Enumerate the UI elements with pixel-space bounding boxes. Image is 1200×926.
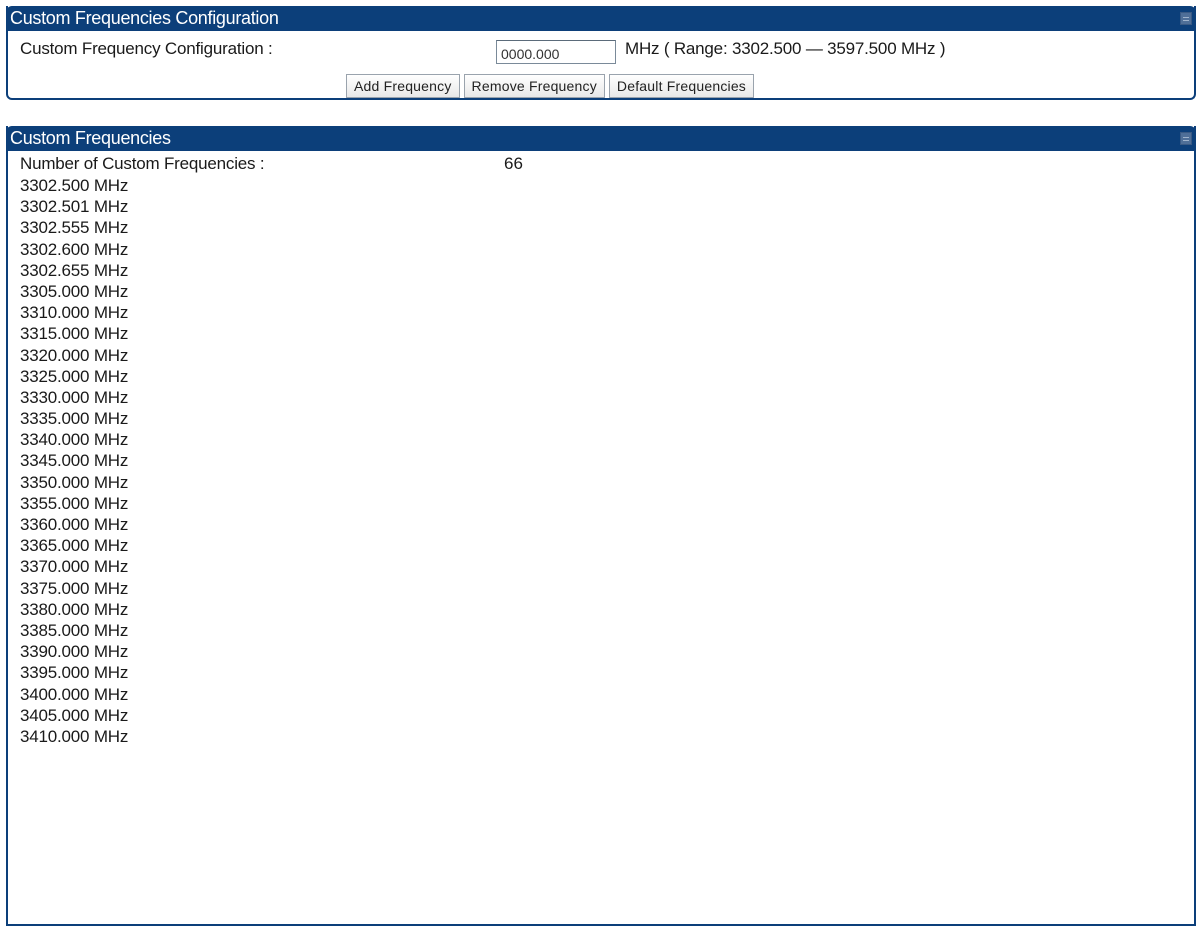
- default-frequencies-button[interactable]: Default Frequencies: [608, 74, 755, 98]
- config-panel-title: Custom Frequencies Configuration: [10, 8, 279, 28]
- config-panel-header: Custom Frequencies Configuration: [6, 6, 1196, 31]
- list-item: 3335.000 MHz: [20, 409, 129, 429]
- frequency-count-label: Number of Custom Frequencies :: [20, 154, 265, 173]
- add-frequency-button[interactable]: Add Frequency: [346, 74, 460, 98]
- list-item: 3302.501 MHz: [20, 197, 129, 217]
- list-item: 3355.000 MHz: [20, 493, 129, 513]
- collapse-icon[interactable]: [1180, 132, 1192, 145]
- custom-frequency-label: Custom Frequency Configuration :: [20, 39, 273, 58]
- list-item: 3345.000 MHz: [20, 451, 129, 471]
- list-item: 3380.000 MHz: [20, 599, 129, 619]
- custom-frequencies-configuration-panel: Custom Frequencies Configuration Custom …: [6, 6, 1196, 100]
- config-button-row: Add Frequency Remove Frequency Default F…: [346, 74, 755, 98]
- list-item: 3302.655 MHz: [20, 260, 129, 280]
- list-item: 3375.000 MHz: [20, 578, 129, 598]
- list-item: 3410.000 MHz: [20, 726, 129, 746]
- list-item: 3320.000 MHz: [20, 345, 129, 365]
- freqs-panel-header: Custom Frequencies: [6, 126, 1196, 151]
- custom-frequencies-panel: Custom Frequencies Number of Custom Freq…: [6, 126, 1196, 926]
- list-item: 3302.555 MHz: [20, 218, 129, 238]
- list-item: 3305.000 MHz: [20, 281, 129, 301]
- list-item: 3385.000 MHz: [20, 620, 129, 640]
- frequency-range-text: MHz ( Range: 3302.500 — 3597.500 MHz ): [625, 39, 946, 58]
- list-item: 3340.000 MHz: [20, 430, 129, 450]
- list-item: 3350.000 MHz: [20, 472, 129, 492]
- custom-frequency-input[interactable]: [496, 40, 616, 64]
- frequency-count-value: 66: [504, 154, 523, 173]
- list-item: 3302.500 MHz: [20, 176, 129, 195]
- list-item: 3405.000 MHz: [20, 705, 129, 725]
- frequency-list: 3302.500 MHz 3302.501 MHz 3302.555 MHz 3302…: [20, 175, 128, 747]
- list-item: 3302.600 MHz: [20, 239, 129, 259]
- list-item: 3330.000 MHz: [20, 387, 129, 407]
- list-item: 3390.000 MHz: [20, 642, 129, 662]
- list-item: 3310.000 MHz: [20, 303, 129, 323]
- list-item: 3395.000 MHz: [20, 663, 129, 683]
- list-item: 3370.000 MHz: [20, 557, 129, 577]
- list-item: 3360.000 MHz: [20, 515, 129, 534]
- list-item: 3325.000 MHz: [20, 366, 129, 386]
- list-item: 3315.000 MHz: [20, 324, 129, 344]
- list-item: 3400.000 MHz: [20, 684, 129, 704]
- freqs-panel-title: Custom Frequencies: [10, 128, 171, 148]
- collapse-icon[interactable]: [1180, 12, 1192, 25]
- list-item: 3365.000 MHz: [20, 536, 129, 556]
- remove-frequency-button[interactable]: Remove Frequency: [463, 74, 605, 98]
